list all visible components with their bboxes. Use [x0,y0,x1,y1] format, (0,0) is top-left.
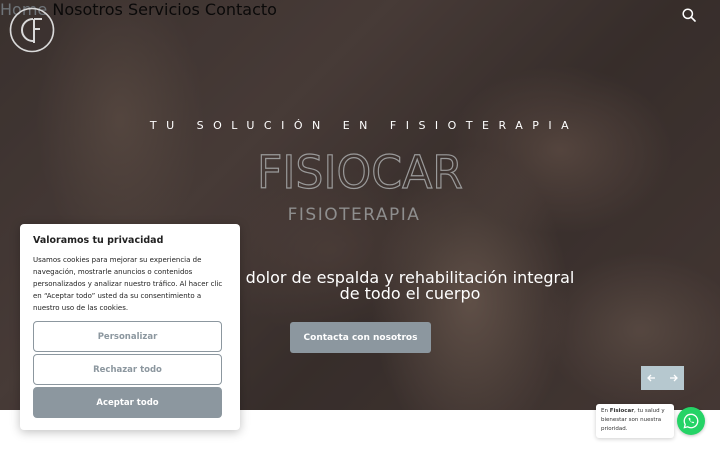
fisiocar-brand-logo: FISIOCAR FISIOTERAPIA [256,148,463,224]
headline-line-2: de todo el cuerpo [339,284,481,303]
reject-all-button[interactable]: Rechazar todo [33,354,222,385]
chat-greeting-bubble[interactable]: En Fisiocar, tu salud y bienestar son nu… [596,404,674,438]
cf-monogram-logo[interactable] [9,7,55,53]
whatsapp-icon [683,413,699,429]
arrow-right-icon [669,374,678,382]
accept-all-button[interactable]: Aceptar todo [33,387,222,418]
cookie-consent-banner: Valoramos tu privacidad Usamos cookies p… [20,224,240,430]
cookie-title: Valoramos tu privacidad [33,235,164,246]
customize-cookies-button[interactable]: Personalizar [33,321,222,352]
hero-tagline: TU SOLUCIÓN EN FISIOTERAPIA [149,119,579,132]
brand-sub-text: FISIOTERAPIA [288,205,421,224]
arrow-left-icon [647,374,656,382]
whatsapp-button[interactable] [677,407,705,435]
slider-controls [641,366,684,390]
hero-headline: dolor de espalda y rehabilitación integr… [230,270,590,302]
search-icon[interactable] [682,8,696,22]
slider-next-button[interactable] [663,366,685,390]
cookie-description: Usamos cookies para mejorar su experienc… [33,256,223,312]
brand-name-text: FISIOCAR [257,148,463,199]
chat-brand: Fisiocar [609,408,634,414]
chat-prefix: En [601,408,610,414]
contact-cta-button[interactable]: Contacta con nosotros [290,322,431,353]
slider-prev-button[interactable] [641,366,663,390]
